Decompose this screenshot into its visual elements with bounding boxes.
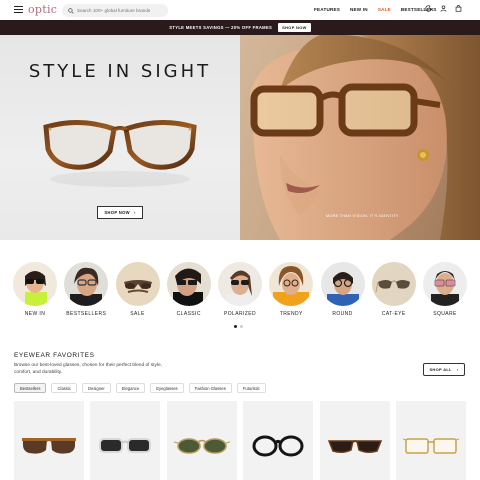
tab-futuristic[interactable]: Futuristic	[236, 383, 266, 393]
product-image	[402, 438, 459, 454]
category-label: NEW IN	[24, 311, 46, 317]
product-card[interactable]	[395, 401, 466, 480]
product-image	[99, 438, 152, 453]
product-card[interactable]	[319, 401, 390, 480]
category-label: POLARIZED	[224, 311, 256, 317]
promo-text: STYLE MEETS SAVINGS — 20% OFF FRAMES	[169, 25, 273, 30]
category-image	[320, 262, 365, 306]
search-bar[interactable]	[62, 4, 168, 17]
carousel-dot-active[interactable]	[234, 325, 237, 328]
category-polarized[interactable]: POLARIZED	[217, 262, 263, 317]
hero-shop-button[interactable]: SHOP NOW ›	[97, 206, 143, 219]
tab-designer[interactable]: Designer	[81, 383, 111, 393]
category-trendy[interactable]: TRENDY	[268, 262, 314, 317]
category-image	[371, 262, 416, 306]
product-image	[22, 438, 76, 454]
product-grid	[14, 401, 466, 480]
hero-title: STYLE IN SIGHT	[28, 61, 212, 82]
section-description: Browse our best-loved glasses, chosen fo…	[14, 363, 162, 375]
section-title: EYEWEAR FAVORITES	[14, 352, 95, 359]
tab-fashion-glasses[interactable]: Fashion Glasses	[188, 383, 232, 393]
category-image	[115, 262, 160, 306]
category-carousel: NEW IN BESTSELLERS SALE CLASSIC POLARIZE…	[12, 262, 468, 317]
category-label: TRENDY	[279, 311, 303, 317]
search-input[interactable]	[77, 8, 167, 13]
product-card[interactable]	[243, 401, 314, 480]
category-label: CLASSIC	[176, 311, 201, 317]
nav-new-in[interactable]: NEW IN	[350, 7, 368, 12]
product-image	[252, 435, 304, 457]
tab-eyeglasses[interactable]: Eyeglasses	[150, 383, 184, 393]
hero-glasses-image	[43, 119, 197, 187]
product-image	[327, 440, 382, 454]
bag-icon[interactable]	[455, 5, 462, 12]
category-image	[423, 262, 467, 306]
category-image	[13, 262, 57, 306]
main-nav: FEATURES NEW IN SALE BESTSELLERS	[314, 7, 437, 12]
category-new-in[interactable]: NEW IN	[12, 262, 58, 317]
shop-all-label: SHOP ALL	[429, 367, 452, 372]
moon-icon[interactable]	[425, 5, 432, 12]
category-label: SQUARE	[433, 311, 457, 317]
hero-caption: MORE THAN VISION, IT'S IDENTITY	[326, 214, 399, 218]
product-image	[173, 438, 230, 454]
nav-sale[interactable]: SALE	[378, 7, 391, 12]
tab-classic[interactable]: Classic	[51, 383, 77, 393]
category-cat-eye[interactable]: CAT-EYE	[371, 262, 417, 317]
menu-icon[interactable]	[14, 6, 23, 13]
category-square[interactable]: SQUARE	[422, 262, 468, 317]
category-sale[interactable]: SALE	[115, 262, 161, 317]
logo[interactable]: optic	[28, 3, 57, 16]
category-round[interactable]: ROUND	[320, 262, 366, 317]
nav-features[interactable]: FEATURES	[314, 7, 340, 12]
promo-banner: STYLE MEETS SAVINGS — 20% OFF FRAMES SHO…	[0, 20, 480, 35]
product-card[interactable]	[14, 401, 84, 480]
tab-bestsellers[interactable]: Bestsellers	[14, 383, 47, 393]
hero-model-image: MORE THAN VISION, IT'S IDENTITY	[240, 35, 480, 240]
hero-panel: STYLE IN SIGHT SHOP NOW ›	[0, 35, 240, 240]
category-image	[218, 262, 262, 306]
category-label: BESTSELLERS	[66, 311, 107, 317]
category-label: ROUND	[332, 311, 353, 317]
user-icon[interactable]	[440, 5, 447, 12]
category-image	[166, 262, 211, 306]
carousel-dot[interactable]	[240, 325, 243, 328]
product-card[interactable]	[90, 401, 161, 480]
promo-shop-button[interactable]: SHOP NOW	[278, 23, 311, 32]
arrow-right-icon: ›	[456, 367, 459, 372]
category-label: SALE	[130, 311, 145, 317]
category-bestsellers[interactable]: BESTSELLERS	[63, 262, 109, 317]
category-classic[interactable]: CLASSIC	[166, 262, 212, 317]
tab-elegance[interactable]: Elegance	[115, 383, 146, 393]
category-image	[269, 262, 314, 306]
category-image	[64, 262, 109, 306]
site-header: optic FEATURES NEW IN SALE BESTSELLERS	[0, 0, 480, 20]
hero-shop-label: SHOP NOW	[104, 210, 130, 215]
header-icons	[425, 5, 462, 12]
arrow-right-icon: ›	[133, 210, 136, 215]
category-label: CAT-EYE	[381, 311, 406, 317]
product-card[interactable]	[166, 401, 237, 480]
carousel-dots	[234, 325, 243, 328]
filter-tabs: Bestsellers Classic Designer Elegance Ey…	[14, 383, 266, 393]
shop-all-button[interactable]: SHOP ALL ›	[423, 363, 465, 376]
search-icon	[68, 7, 74, 14]
model-portrait	[250, 35, 480, 240]
